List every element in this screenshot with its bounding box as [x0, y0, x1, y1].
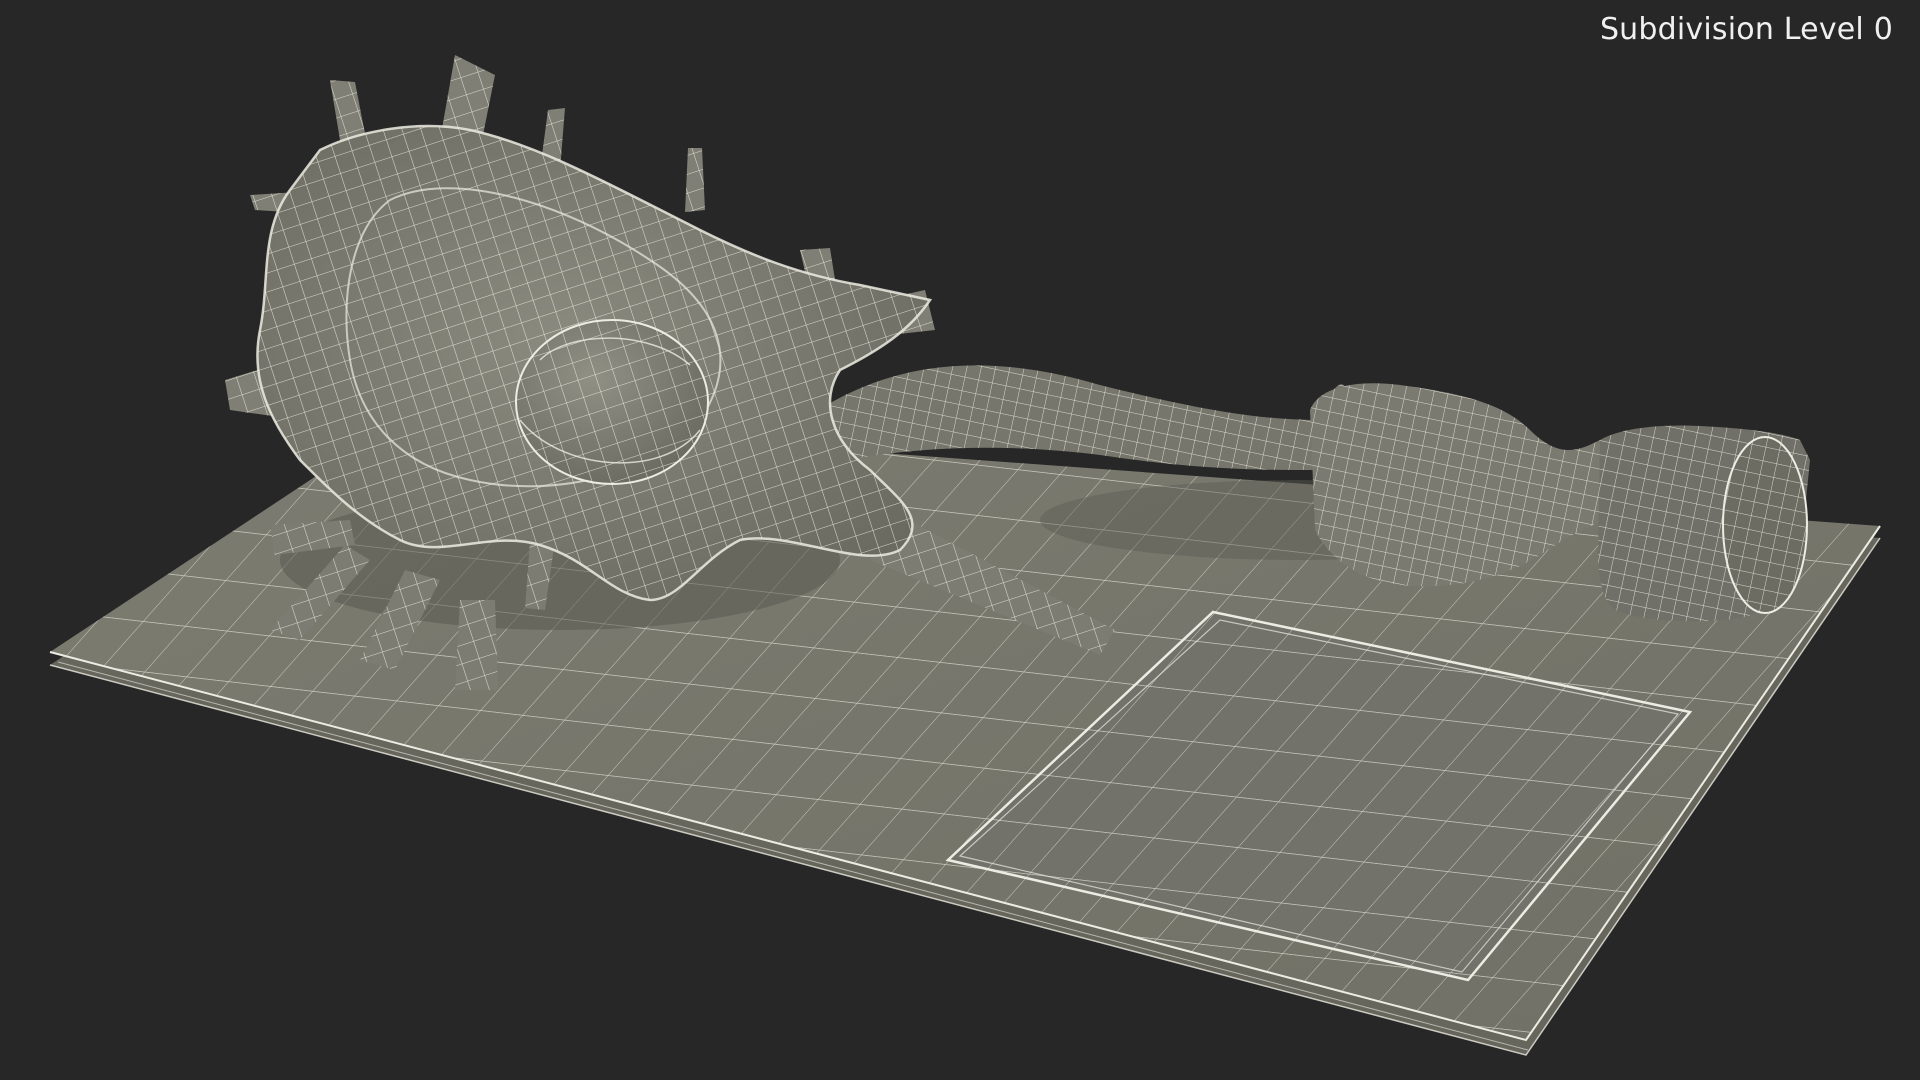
3d-viewport[interactable]: Subdivision Level 0: [0, 0, 1920, 1080]
nucleus: [515, 319, 709, 485]
axon-terminal: [1598, 425, 1810, 622]
wireframe-render: [49, 55, 1881, 1056]
subdivision-level-label: Subdivision Level 0: [1599, 12, 1893, 47]
